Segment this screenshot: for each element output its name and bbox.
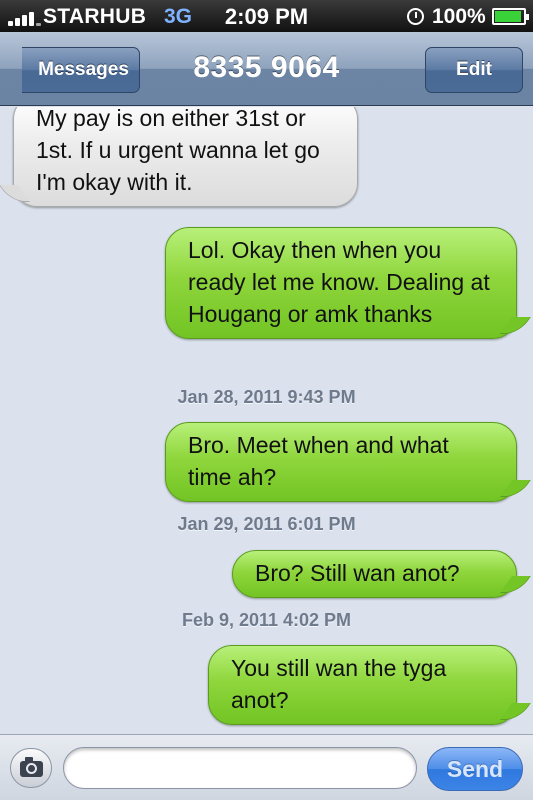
message-text: You still wan the tyga anot? [231, 655, 447, 713]
message-text: Lol. Okay then when you ready let me kno… [188, 237, 490, 327]
message-thread[interactable]: My pay is on either 31st or 1st. If u ur… [0, 107, 533, 734]
message-bubble-outgoing[interactable]: Lol. Okay then when you ready let me kno… [165, 227, 517, 339]
edit-button-label: Edit [456, 59, 492, 80]
message-bubble-outgoing[interactable]: Bro? Still wan anot? [232, 550, 517, 598]
message-bubble-outgoing[interactable]: You still wan the tyga anot? [208, 645, 517, 725]
message-text: Bro? Still wan anot? [255, 560, 460, 586]
alarm-icon [407, 8, 424, 25]
timestamp: Jan 28, 2011 9:43 PM [177, 387, 356, 407]
battery-charging-icon [492, 8, 529, 25]
message-bubble-incoming[interactable]: My pay is on either 31st or 1st. If u ur… [13, 107, 358, 207]
message-input[interactable] [63, 747, 417, 789]
camera-button[interactable] [10, 748, 52, 788]
message-text: My pay is on either 31st or 1st. If u ur… [36, 107, 320, 195]
timestamp: Jan 29, 2011 6:01 PM [177, 514, 356, 534]
timestamp: Feb 9, 2011 4:02 PM [181, 610, 352, 630]
navigation-bar: Messages 8335 9064 Edit [0, 32, 533, 106]
send-button-label: Send [446, 755, 504, 782]
message-composer: Send [0, 734, 533, 800]
status-bar: STARHUB 3G 2:09 PM 100% [0, 0, 533, 32]
camera-icon [20, 757, 43, 777]
edit-button[interactable]: Edit [425, 47, 523, 93]
battery-percentage: 100% [432, 5, 486, 28]
message-text: Bro. Meet when and what time ah? [188, 432, 449, 490]
send-button[interactable]: Send [427, 747, 523, 791]
message-bubble-outgoing[interactable]: Bro. Meet when and what time ah? [165, 422, 517, 502]
